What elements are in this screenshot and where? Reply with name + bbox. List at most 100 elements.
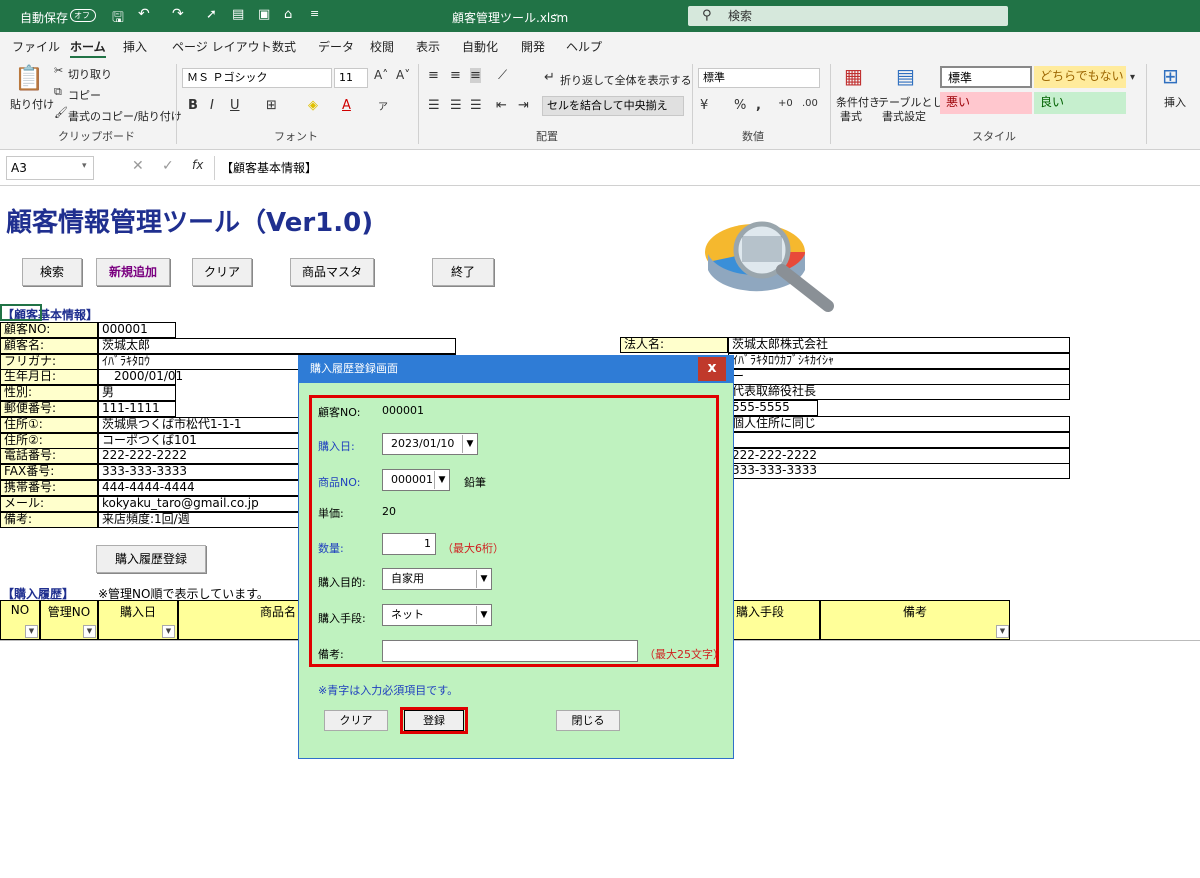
insert-cells-icon[interactable]: ⊞ — [1162, 64, 1179, 88]
lock-icon[interactable]: ⌂ — [284, 7, 292, 22]
style-bad[interactable]: 悪い — [940, 92, 1032, 114]
style-neutral[interactable]: どちらでもない — [1034, 66, 1126, 88]
field-value[interactable]: 茨城太郎 — [98, 338, 456, 354]
indent-decrease-icon[interactable]: ⇤ — [496, 98, 507, 113]
format-painter-icon[interactable]: 🖌 — [54, 106, 68, 119]
font-grow-icon[interactable]: A˄ — [374, 68, 388, 82]
border-icon[interactable]: ⊞ — [266, 98, 277, 113]
copy-icon[interactable]: ⧉ — [54, 85, 62, 99]
purchase-register-button[interactable]: 購入履歴登録 — [96, 545, 206, 573]
filter-dropdown-icon[interactable]: ▼ — [996, 625, 1009, 638]
clear-button[interactable]: クリア — [192, 258, 252, 286]
corp-field-value[interactable] — [728, 432, 1070, 448]
filter-dropdown-icon[interactable]: ▼ — [162, 625, 175, 638]
font-size-select[interactable]: 11 — [334, 68, 368, 88]
corp-field-value[interactable]: 茨城太郎株式会社 — [728, 337, 1070, 353]
tab-home[interactable]: ホーム — [70, 38, 106, 59]
merge-center-button[interactable]: セルを結合して中央揃え — [542, 96, 684, 116]
cut-button[interactable]: 切り取り — [68, 66, 112, 82]
field-value[interactable]: 男 — [98, 385, 176, 401]
paste-icon[interactable]: 📋 — [14, 64, 44, 92]
formula-input[interactable]: 【顧客基本情報】 — [214, 156, 1194, 180]
customize-qat-icon[interactable]: ≡ — [310, 7, 319, 20]
corp-field-value[interactable]: ｲﾊﾞﾗｷﾀﾛｳｶﾌﾞｼｷｶｲｼｬ — [728, 353, 1070, 369]
tab-help[interactable]: ヘルプ — [566, 38, 602, 55]
corp-field-value[interactable]: ー — [728, 369, 1070, 385]
italic-icon[interactable]: I — [210, 98, 214, 113]
file-name[interactable]: 顧客管理ツール.xlsm — [452, 9, 568, 26]
style-normal[interactable]: 標準 — [940, 66, 1032, 88]
dialog-close-text-button[interactable]: 閉じる — [556, 710, 620, 731]
accounting-icon[interactable]: ¥ — [700, 98, 708, 113]
pointer-icon[interactable]: ➚ — [206, 7, 217, 22]
increase-decimal-icon[interactable]: +0 — [778, 98, 793, 109]
tab-formulas[interactable]: 数式 — [272, 38, 296, 55]
chevron-down-icon[interactable]: ▼ — [476, 606, 491, 624]
indent-increase-icon[interactable]: ⇥ — [518, 98, 529, 113]
align-right-icon[interactable]: ☰ — [470, 98, 482, 113]
insert-function-icon[interactable]: fx — [192, 158, 203, 172]
tab-review[interactable]: 校閲 — [370, 38, 394, 55]
enter-icon[interactable]: ✓ — [162, 158, 174, 174]
quantity-input[interactable]: 1 — [382, 533, 436, 555]
comma-icon[interactable]: , — [756, 98, 761, 113]
chevron-down-icon[interactable]: ⌄ — [552, 9, 560, 19]
cancel-icon[interactable]: ✕ — [132, 158, 144, 174]
phonetic-icon[interactable]: ア — [378, 98, 388, 113]
tab-automate[interactable]: 自動化 — [462, 38, 498, 55]
field-value[interactable]: 2000/01/01 — [98, 369, 183, 385]
undo-icon[interactable]: ↶ — [138, 6, 150, 22]
decrease-decimal-icon[interactable]: .00 — [802, 98, 818, 109]
dialog-register-button[interactable]: 登録 — [404, 710, 464, 731]
field-value[interactable]: 000001 — [98, 322, 176, 338]
align-top-icon[interactable]: ≡ — [428, 68, 439, 83]
quick-access-icon-1[interactable]: ▤ — [232, 7, 244, 22]
font-name-select[interactable]: ＭＳ Ｐゴシック — [182, 68, 332, 88]
quick-access-icon-2[interactable]: ▣ — [258, 7, 270, 22]
cut-icon[interactable]: ✂ — [54, 64, 63, 77]
filter-dropdown-icon[interactable]: ▼ — [25, 625, 38, 638]
align-middle-icon[interactable]: ≡ — [450, 68, 461, 83]
percent-icon[interactable]: % — [734, 98, 746, 113]
style-good[interactable]: 良い — [1034, 92, 1126, 114]
filter-dropdown-icon[interactable]: ▼ — [83, 625, 96, 638]
chevron-down-icon[interactable]: ▼ — [434, 471, 449, 489]
wrap-text-button[interactable]: 折り返して全体を表示する — [560, 72, 692, 88]
paste-button[interactable]: 貼り付け — [10, 96, 54, 112]
field-value[interactable]: 111-1111 — [98, 401, 176, 417]
font-color-icon[interactable]: A — [342, 98, 351, 113]
search-button[interactable]: 検索 — [22, 258, 82, 286]
corp-field-value[interactable]: 555-5555 — [728, 400, 818, 416]
tab-data[interactable]: データ — [318, 38, 354, 55]
add-new-button[interactable]: 新規追加 — [96, 258, 170, 286]
remarks-input[interactable] — [382, 640, 638, 662]
dialog-close-button[interactable]: x — [698, 357, 726, 381]
tab-developer[interactable]: 開発 — [521, 38, 545, 55]
styles-scroll-icon[interactable]: ▾ — [1130, 72, 1135, 83]
tab-file[interactable]: ファイル — [12, 38, 60, 55]
align-bottom-icon[interactable]: ≡ — [470, 68, 481, 83]
autosave-toggle[interactable]: オフ — [70, 9, 96, 22]
search-box[interactable]: ⚲ 検索 — [688, 6, 1008, 26]
bold-icon[interactable]: B — [188, 98, 198, 113]
dialog-clear-button[interactable]: クリア — [324, 710, 388, 731]
product-master-button[interactable]: 商品マスタ — [290, 258, 374, 286]
name-box-dropdown-icon[interactable]: ▾ — [82, 161, 87, 171]
corp-field-value[interactable]: 個人住所に同じ — [728, 416, 1070, 432]
corp-field-value[interactable]: 代表取締役社長 — [728, 384, 1070, 400]
redo-icon[interactable]: ↷ — [172, 6, 184, 22]
tab-view[interactable]: 表示 — [416, 38, 440, 55]
chevron-down-icon[interactable]: ▼ — [476, 570, 491, 588]
number-format-select[interactable]: 標準 — [698, 68, 820, 88]
chevron-down-icon[interactable]: ▼ — [462, 435, 477, 453]
tab-page-layout[interactable]: ページ レイアウト — [172, 38, 272, 55]
underline-icon[interactable]: U — [230, 98, 240, 113]
exit-button[interactable]: 終了 — [432, 258, 494, 286]
format-as-table-icon[interactable]: ▤ — [896, 64, 915, 88]
fill-color-icon[interactable]: ◈ — [308, 98, 318, 113]
name-box[interactable]: A3 — [6, 156, 94, 180]
save-icon[interactable]: 🖫 — [112, 7, 124, 31]
align-left-icon[interactable]: ☰ — [428, 98, 440, 113]
tab-insert[interactable]: 挿入 — [123, 38, 147, 55]
conditional-format-icon[interactable]: ▦ — [844, 64, 863, 88]
